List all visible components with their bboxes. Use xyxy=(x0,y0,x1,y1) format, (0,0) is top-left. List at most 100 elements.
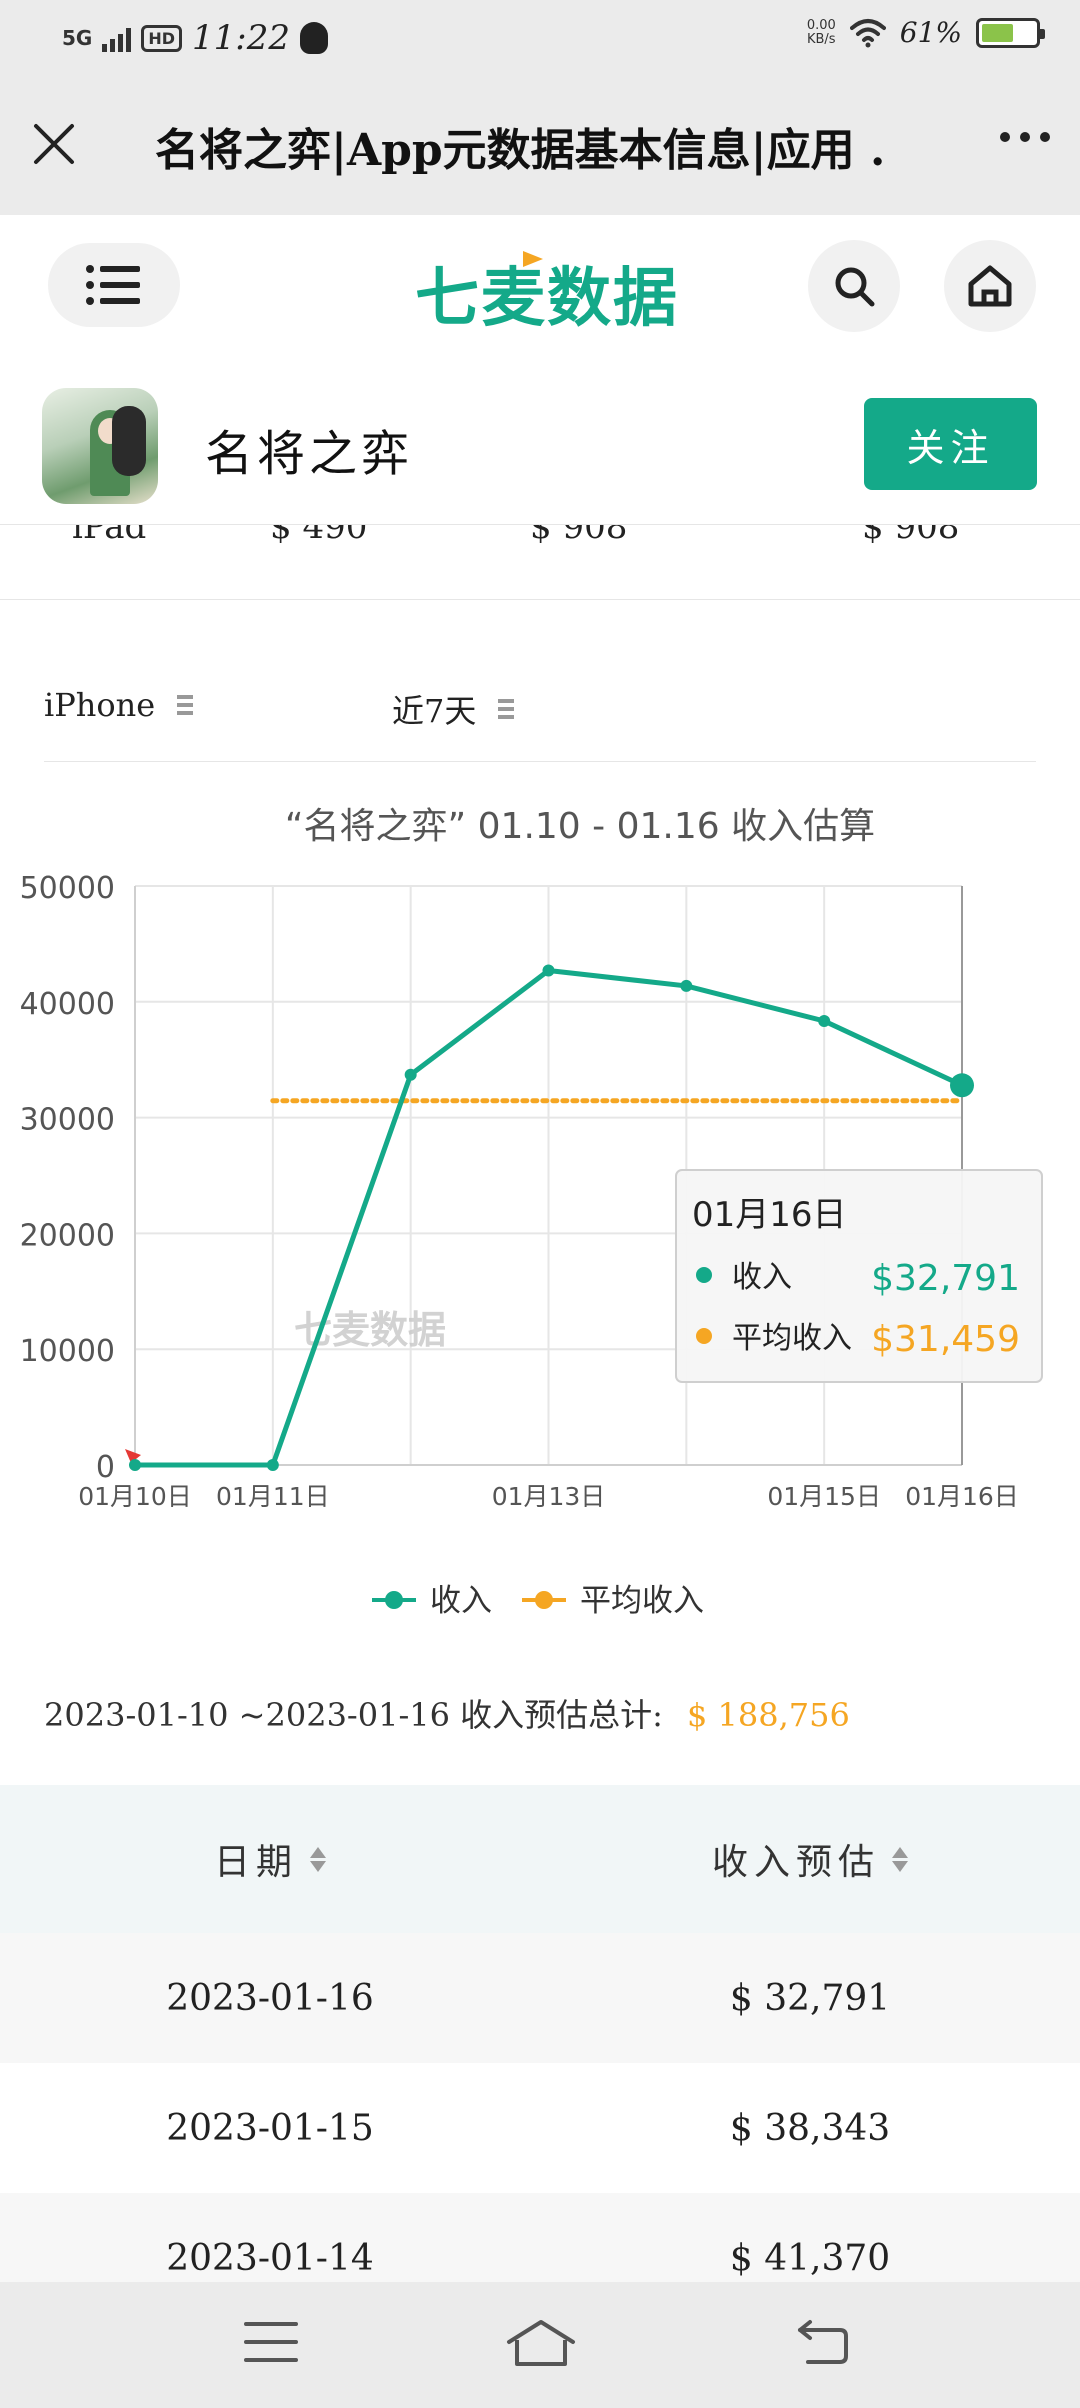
revenue-point xyxy=(404,1068,417,1081)
status-right: 0.00 KB/s 61% xyxy=(806,16,1045,49)
date-cell: 2023-01-16 xyxy=(166,1977,374,2019)
x-tick-label: 01月15日 xyxy=(767,1482,881,1511)
more-icon[interactable] xyxy=(1000,132,1050,142)
revenue-chart: “名将之弈” 01.10 - 01.16 收入估算 0 10000 20000 300… xyxy=(0,790,1080,1640)
app-header: 名将之弈 关注 xyxy=(0,370,1080,525)
revenue-cell: $ 32,791 xyxy=(729,1977,891,2019)
speed-unit: KB/s xyxy=(806,31,836,47)
home-nav-icon[interactable] xyxy=(505,2318,577,2368)
revenue-chart-svg[interactable]: “名将之弈” 01.10 - 01.16 收入估算 0 10000 20000 300… xyxy=(0,790,1080,1640)
chart-tooltip: 01月16日 收入 $32,791 平均收入 $31,459 xyxy=(675,1169,1043,1383)
partial-cell: $ 490 xyxy=(270,525,368,547)
legend-swatch-dot xyxy=(385,1591,403,1609)
search-button[interactable] xyxy=(808,240,900,332)
follow-button[interactable]: 关注 xyxy=(864,398,1037,490)
close-icon[interactable] xyxy=(30,120,78,168)
home-button[interactable] xyxy=(944,240,1036,332)
y-tick-label: 10000 xyxy=(20,1334,115,1369)
page-title: 名将之弈|App元数据基本信息|应用 … xyxy=(155,125,885,176)
clock: 11:22 xyxy=(192,18,290,58)
signal-icon xyxy=(102,24,132,52)
filter-bar: iPhone 近7天 xyxy=(0,640,1080,762)
status-bar: 5G HD 11:22 0.00 KB/s 61% xyxy=(0,0,1080,80)
list-icon xyxy=(86,265,140,305)
revenue-column-header[interactable]: 收入预估 xyxy=(540,1833,1080,1885)
system-nav-bar xyxy=(0,2282,1080,2408)
legend-label: 收入 xyxy=(430,1583,492,1619)
tooltip-dot xyxy=(696,1267,712,1283)
network-type: 5G xyxy=(62,26,93,50)
battery-percent: 61% xyxy=(899,16,962,49)
network-speed: 0.00 KB/s xyxy=(806,17,836,47)
tooltip-value: $31,459 xyxy=(871,1319,1020,1360)
x-tick-label: 01月11日 xyxy=(216,1482,330,1511)
tooltip-label: 平均收入 xyxy=(732,1321,852,1356)
back-nav-icon[interactable] xyxy=(796,2318,850,2366)
sort-icon xyxy=(892,1846,908,1872)
summary-label: 2023-01-10 ~2023-01-16 收入预估总计: xyxy=(44,1696,663,1734)
revenue-cell: $ 41,370 xyxy=(729,2237,891,2279)
partial-cell: iPad xyxy=(72,525,147,547)
y-tick-label: 40000 xyxy=(20,987,115,1022)
hd-badge: HD xyxy=(141,24,183,52)
revenue-point xyxy=(129,1459,141,1471)
x-tick-label: 01月16日 xyxy=(905,1482,1019,1511)
revenue-point xyxy=(542,964,555,977)
status-left: 5G HD 11:22 xyxy=(62,18,328,58)
revenue-summary: 2023-01-10 ~2023-01-16 收入预估总计: $ 188,756 xyxy=(44,1690,850,1736)
chart-title: “名将之弈” 01.10 - 01.16 收入估算 xyxy=(285,806,875,847)
sort-icon xyxy=(310,1846,326,1872)
partial-cell: $ 908 xyxy=(530,525,628,547)
y-tick-label: 30000 xyxy=(20,1103,115,1138)
menu-nav-icon[interactable] xyxy=(244,2318,298,2366)
y-tick-label: 0 xyxy=(96,1450,115,1485)
speed-value: 0.00 xyxy=(806,17,836,33)
revenue-point xyxy=(266,1459,279,1471)
x-tick-label: 01月10日 xyxy=(78,1482,192,1511)
dropdown-icon xyxy=(177,695,194,715)
device-filter-label: iPhone xyxy=(44,686,156,724)
legend-label: 平均收入 xyxy=(580,1583,704,1619)
app-name: 名将之弈 xyxy=(205,426,414,482)
date-cell: 2023-01-14 xyxy=(166,2237,374,2279)
battery-icon xyxy=(976,17,1045,48)
revenue-point xyxy=(818,1014,831,1027)
partial-cell: $ 908 xyxy=(862,525,960,547)
revenue-point xyxy=(680,979,693,992)
dropdown-icon xyxy=(498,699,515,719)
range-filter[interactable]: 近7天 xyxy=(392,686,515,732)
y-tick-label: 20000 xyxy=(20,1218,115,1253)
table-header: 日期 收入预估 xyxy=(0,1785,1080,1933)
header-label: 日期 xyxy=(213,1842,298,1883)
y-tick-label: 50000 xyxy=(20,871,115,906)
revenue-cell: $ 38,343 xyxy=(729,2107,891,2149)
legend-swatch-dot xyxy=(535,1591,553,1609)
qq-icon xyxy=(300,22,328,54)
date-cell: 2023-01-15 xyxy=(166,2107,374,2149)
range-filter-label: 近7天 xyxy=(392,692,477,730)
revenue-point xyxy=(950,1073,974,1098)
date-column-header[interactable]: 日期 xyxy=(0,1833,540,1885)
tooltip-dot xyxy=(696,1328,712,1344)
tooltip-label: 收入 xyxy=(732,1260,792,1295)
table-row: 2023-01-15 $ 38,343 xyxy=(0,2063,1080,2193)
site-header: 七麦数据 xyxy=(0,215,1080,370)
search-icon xyxy=(835,267,875,307)
tooltip-title: 01月16日 xyxy=(692,1195,847,1235)
app-icon xyxy=(42,388,158,504)
header-label: 收入预估 xyxy=(711,1842,880,1883)
browser-bar: 名将之弈|App元数据基本信息|应用 … xyxy=(0,80,1080,215)
price-row-partial: iPad $ 490 $ 908 $ 908 xyxy=(0,525,1080,600)
site-logo[interactable]: 七麦数据 xyxy=(415,247,679,339)
home-icon xyxy=(968,265,1012,307)
wifi-icon xyxy=(849,18,886,47)
logo-text: 七麦数据 xyxy=(415,262,679,336)
tooltip-value: $32,791 xyxy=(871,1258,1020,1299)
table-row: 2023-01-16 $ 32,791 xyxy=(0,1933,1080,2063)
menu-button[interactable] xyxy=(48,243,180,327)
device-filter[interactable]: iPhone xyxy=(44,686,194,724)
x-tick-label: 01月13日 xyxy=(492,1482,606,1511)
chart-legend: 收入 平均收入 xyxy=(372,1583,704,1619)
summary-value: $ 188,756 xyxy=(686,1696,850,1734)
revenue-table: 日期 收入预估 2023-01-16 $ 32,791 2023-01-15 $… xyxy=(0,1785,1080,2323)
